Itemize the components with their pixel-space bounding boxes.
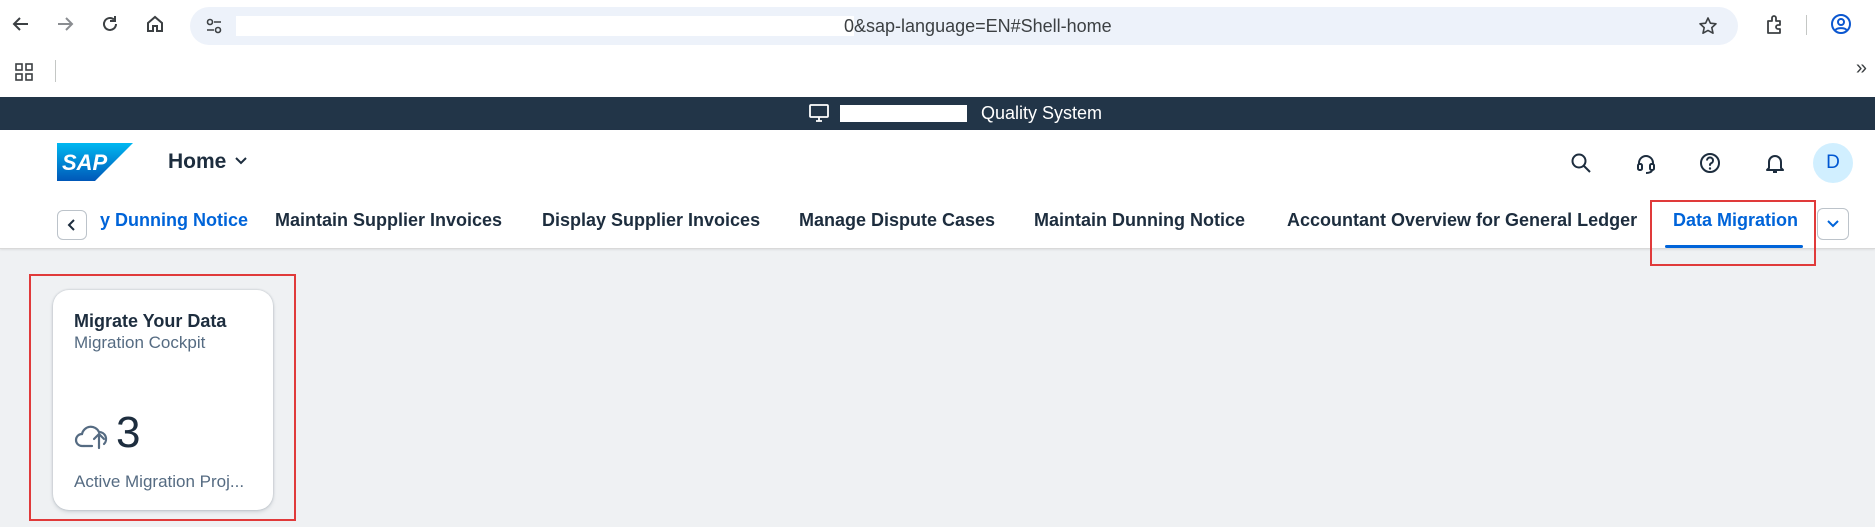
- tab-accountant-overview[interactable]: Accountant Overview for General Ledger: [1287, 210, 1637, 231]
- system-name: Quality System: [981, 103, 1103, 123]
- help-icon[interactable]: [1694, 147, 1726, 179]
- tabs-overflow-button[interactable]: [1817, 208, 1849, 240]
- url-text[interactable]: 0&sap-language=EN#Shell-home: [844, 16, 1112, 37]
- toolbar-separator: [1806, 15, 1807, 35]
- profile-icon[interactable]: [1828, 11, 1854, 37]
- chevron-down-icon: [1827, 220, 1839, 228]
- site-info-icon[interactable]: [204, 16, 224, 36]
- shell-header: SAP Home D y Dunning Notice Maintain Sup…: [0, 130, 1875, 249]
- url-redaction: [236, 16, 854, 36]
- forward-icon[interactable]: [52, 11, 78, 37]
- extensions-icon[interactable]: [1762, 11, 1788, 37]
- address-bar[interactable]: 0&sap-language=EN#Shell-home: [190, 7, 1738, 45]
- space-tabs: y Dunning Notice Maintain Supplier Invoi…: [0, 200, 1875, 249]
- home-icon[interactable]: [142, 11, 168, 37]
- tab-manage-dispute-cases[interactable]: Manage Dispute Cases: [799, 210, 995, 231]
- highlight-box-tile: [29, 274, 296, 521]
- browser-toolbar: 0&sap-language=EN#Shell-home: [0, 0, 1875, 51]
- tabs-scroll-left-button[interactable]: [57, 210, 87, 240]
- monitor-icon: [808, 103, 830, 123]
- svg-text:SAP: SAP: [62, 150, 108, 175]
- apps-icon[interactable]: [14, 62, 34, 82]
- notification-bell-icon[interactable]: [1759, 147, 1791, 179]
- highlight-box-data-migration-tab: [1650, 200, 1816, 266]
- bookmarks-divider: [55, 60, 56, 82]
- home-menu-button[interactable]: Home: [168, 150, 248, 174]
- search-icon[interactable]: [1565, 147, 1597, 179]
- tab-display-supplier-invoices[interactable]: Display Supplier Invoices: [542, 210, 760, 231]
- tab-maintain-supplier-invoices[interactable]: Maintain Supplier Invoices: [275, 210, 502, 231]
- system-id-redaction: [840, 105, 967, 122]
- sap-logo[interactable]: SAP: [57, 143, 133, 181]
- headset-support-icon[interactable]: [1630, 147, 1662, 179]
- chevron-down-icon: [234, 150, 248, 174]
- reload-icon[interactable]: [97, 11, 123, 37]
- home-label: Home: [168, 150, 227, 173]
- bookmarks-bar: »: [0, 51, 1875, 97]
- tab-maintain-dunning-notice[interactable]: Maintain Dunning Notice: [1034, 210, 1245, 231]
- user-avatar[interactable]: D: [1813, 143, 1853, 183]
- tab-dunning-notice-partial[interactable]: y Dunning Notice: [100, 210, 248, 231]
- bookmark-star-icon[interactable]: [1696, 14, 1720, 38]
- more-bookmarks-icon[interactable]: »: [1856, 57, 1867, 80]
- system-bar: Quality System: [0, 97, 1875, 130]
- back-icon[interactable]: [8, 11, 34, 37]
- chevron-left-icon: [67, 219, 75, 231]
